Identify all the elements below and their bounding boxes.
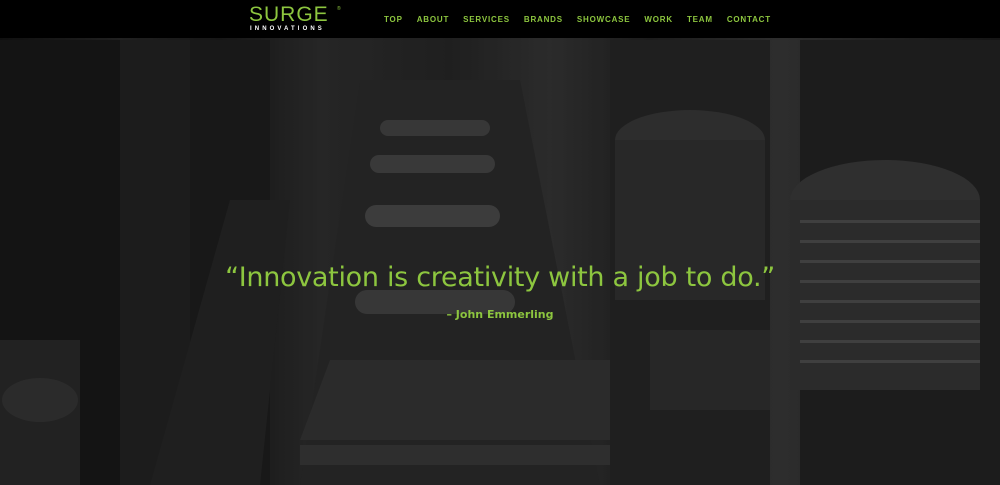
logo-subtitle: INNOVATIONS	[250, 26, 325, 32]
logo-trademark: ®	[337, 6, 341, 12]
logo-wordmark: SURGE	[249, 3, 329, 26]
page: SURGE ® INNOVATIONS TOP ABOUT SERVICES B…	[0, 0, 1000, 485]
nav-about[interactable]: ABOUT	[417, 15, 449, 24]
nav-showcase[interactable]: SHOWCASE	[577, 15, 631, 24]
nav-top[interactable]: TOP	[384, 15, 403, 24]
site-header: SURGE ® INNOVATIONS TOP ABOUT SERVICES B…	[0, 0, 1000, 38]
hero-quote-author: – John Emmerling	[446, 308, 554, 321]
hero-quote: “Innovation is creativity with a job to …	[225, 262, 775, 293]
nav-services[interactable]: SERVICES	[463, 15, 510, 24]
nav-work[interactable]: WORK	[644, 15, 673, 24]
surge-innovations-logo[interactable]: SURGE ® INNOVATIONS	[249, 4, 344, 34]
nav-contact[interactable]: CONTACT	[727, 15, 771, 24]
hero-dark-overlay	[0, 0, 1000, 485]
main-nav: TOP ABOUT SERVICES BRANDS SHOWCASE WORK …	[384, 0, 785, 38]
nav-team[interactable]: TEAM	[687, 15, 713, 24]
nav-brands[interactable]: BRANDS	[524, 15, 563, 24]
